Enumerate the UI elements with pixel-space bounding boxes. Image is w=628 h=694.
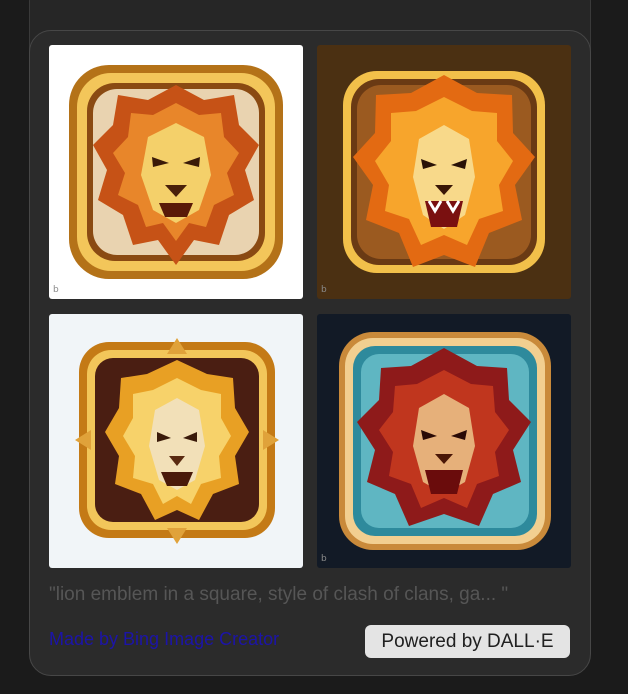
powered-by-dalle-badge[interactable]: Powered by DALL·E	[365, 625, 570, 658]
watermark-icon: b	[53, 285, 59, 295]
watermark-icon: b	[321, 285, 327, 295]
generated-image-2[interactable]: b	[317, 45, 571, 299]
lion-emblem-icon	[69, 65, 283, 279]
made-by-bing-link[interactable]: Made by Bing Image Creator	[49, 629, 279, 650]
lion-emblem-icon	[75, 338, 279, 544]
generated-image-4[interactable]: b	[317, 314, 571, 568]
lion-emblem-icon	[339, 332, 551, 550]
generated-image-3[interactable]	[49, 314, 303, 568]
prompt-caption: "lion emblem in a square, style of clash…	[49, 584, 509, 605]
watermark-icon: b	[321, 554, 327, 564]
generated-image-1[interactable]: b	[49, 45, 303, 299]
lion-emblem-icon	[343, 71, 545, 273]
